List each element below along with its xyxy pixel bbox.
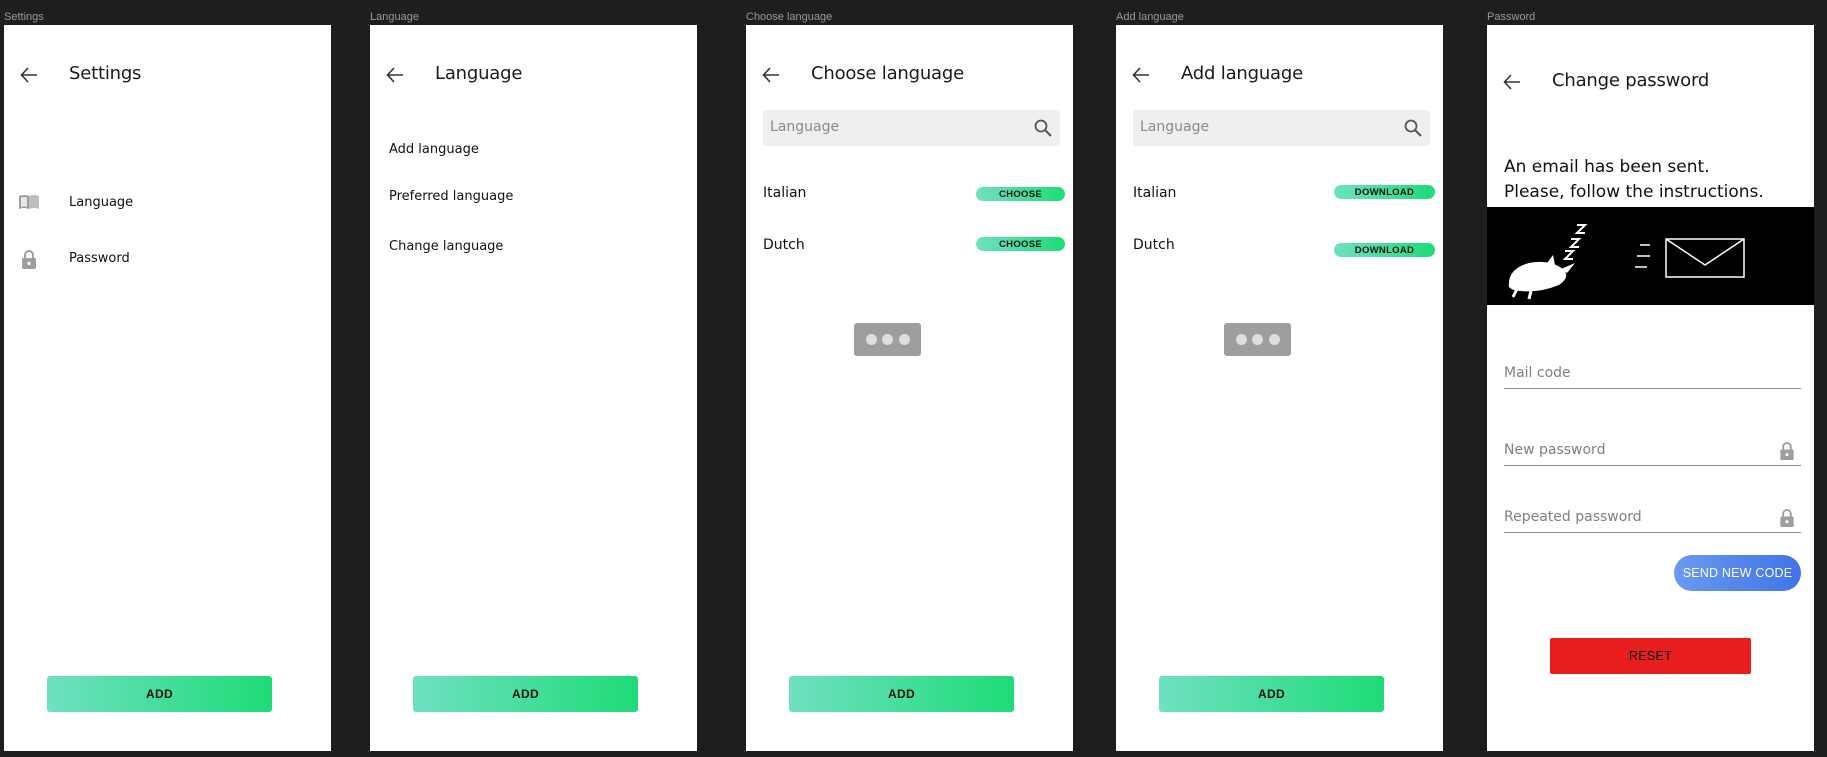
search-icon[interactable] (1404, 119, 1422, 137)
language-name-italian: Italian (763, 185, 807, 201)
search-placeholder: Language (770, 119, 840, 135)
search-input[interactable]: Language (763, 110, 1060, 146)
lock-icon (22, 250, 36, 269)
loading-indicator (854, 323, 921, 356)
password-screen: Change password An email has been sent. … (1487, 25, 1814, 751)
search-placeholder: Language (1140, 119, 1210, 135)
menu-item-preferred-language[interactable]: Preferred language (389, 189, 513, 204)
settings-item-label: Password (69, 251, 130, 266)
page-title: Change password (1552, 70, 1710, 91)
back-arrow-icon[interactable] (1132, 66, 1150, 84)
field-placeholder: Repeated password (1504, 509, 1642, 525)
settings-screen: Settings Language Password ADD (4, 25, 331, 751)
book-icon (19, 195, 39, 209)
mail-code-field[interactable]: Mail code (1504, 360, 1801, 389)
send-new-code-button[interactable]: SEND NEW CODE (1674, 555, 1801, 591)
settings-item-language[interactable]: Language (4, 185, 331, 221)
frame-label-choose-language: Choose language (746, 11, 833, 23)
language-name-dutch: Dutch (763, 237, 805, 253)
loading-dot (882, 334, 893, 345)
loading-dot (898, 334, 910, 345)
message-line: Please, follow the instructions. (1504, 182, 1764, 202)
loading-dot (865, 334, 877, 345)
loading-dot (1268, 334, 1280, 345)
download-button-italian[interactable]: DOWNLOAD (1334, 185, 1435, 199)
page-title: Language (435, 63, 523, 84)
back-arrow-icon[interactable] (20, 66, 38, 84)
language-screen: Language Add language Preferred language… (370, 25, 697, 751)
lock-icon (1780, 441, 1794, 460)
choose-button-dutch[interactable]: CHOOSE (976, 237, 1065, 251)
email-sent-illustration (1487, 207, 1814, 305)
frame-label-add-language: Add language (1116, 11, 1184, 23)
back-arrow-icon[interactable] (386, 66, 404, 84)
add-button[interactable]: ADD (1159, 676, 1384, 712)
frame-label-password: Password (1487, 11, 1536, 23)
reset-button[interactable]: RESET (1550, 638, 1751, 674)
search-input[interactable]: Language (1133, 110, 1430, 146)
back-arrow-icon[interactable] (1503, 73, 1521, 91)
page-title: Settings (69, 63, 142, 84)
choose-button-italian[interactable]: CHOOSE (976, 187, 1065, 201)
message-line: An email has been sent. (1504, 157, 1710, 177)
lock-icon (1780, 508, 1794, 527)
loading-dot (1235, 334, 1247, 345)
field-placeholder: Mail code (1504, 365, 1571, 381)
add-language-screen: Add language Language Italian DOWNLOAD D… (1116, 25, 1443, 751)
back-arrow-icon[interactable] (762, 66, 780, 84)
repeated-password-field[interactable]: Repeated password (1504, 504, 1801, 533)
choose-language-screen: Choose language Language Italian CHOOSE … (746, 25, 1073, 751)
sleeping-mail-illustration (1508, 224, 1745, 300)
download-button-dutch[interactable]: DOWNLOAD (1334, 243, 1435, 257)
settings-item-password[interactable]: Password (4, 241, 331, 277)
page-title: Choose language (811, 63, 964, 84)
loading-dot (1252, 334, 1263, 345)
language-name-italian: Italian (1133, 185, 1177, 201)
field-placeholder: New password (1504, 442, 1606, 458)
add-button[interactable]: ADD (413, 676, 638, 712)
add-button[interactable]: ADD (789, 676, 1014, 712)
frame-label-language: Language (370, 11, 419, 23)
loading-indicator (1224, 323, 1291, 356)
email-sent-message: An email has been sent. Please, follow t… (1504, 155, 1764, 205)
menu-item-add-language[interactable]: Add language (389, 142, 479, 157)
menu-item-change-language[interactable]: Change language (389, 239, 503, 254)
frame-label-settings: Settings (4, 11, 44, 23)
page-title: Add language (1181, 63, 1303, 84)
add-button[interactable]: ADD (47, 676, 272, 712)
new-password-field[interactable]: New password (1504, 437, 1801, 466)
settings-item-label: Language (69, 195, 134, 210)
language-name-dutch: Dutch (1133, 237, 1175, 253)
search-icon[interactable] (1034, 119, 1052, 137)
